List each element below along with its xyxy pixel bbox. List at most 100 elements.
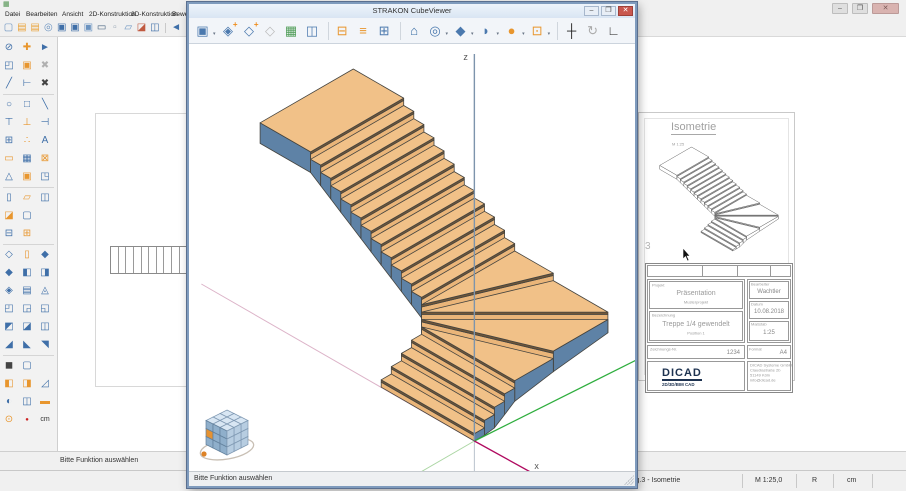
menu-2d-konstruktion[interactable]: 2D-Konstruktion xyxy=(89,11,136,18)
dropdown-caret[interactable]: ▾ xyxy=(497,31,500,37)
add-assembly-icon[interactable]: ◇+ xyxy=(240,21,259,41)
sidebar-tool-icon[interactable]: ◱ xyxy=(36,300,54,318)
sidebar-tool-icon[interactable]: ✖ xyxy=(36,57,54,75)
menu-3d-konstruktion[interactable]: 3D-Konstruktion xyxy=(131,11,178,18)
sidebar-tool-icon[interactable]: ◼ xyxy=(0,357,18,375)
preview-icon[interactable]: ◎ xyxy=(42,21,55,34)
sidebar-tool-icon[interactable]: ◿ xyxy=(36,375,54,393)
sidebar-tool-icon[interactable]: ► xyxy=(36,39,54,57)
sidebar-tool-icon[interactable]: ◨ xyxy=(18,375,36,393)
sidebar-tool-icon[interactable]: ▢ xyxy=(18,207,36,225)
save-as-icon[interactable]: ▣ xyxy=(69,21,82,34)
menu-datei[interactable]: Datei xyxy=(5,11,20,18)
sidebar-tool-icon[interactable]: □ xyxy=(18,96,36,114)
sidebar-tool-icon[interactable]: ╱ xyxy=(0,75,18,93)
resize-grip[interactable] xyxy=(624,475,634,485)
cubeviewer-maximize-button[interactable]: ❐ xyxy=(601,6,616,16)
dropdown-caret[interactable]: ▾ xyxy=(522,31,525,37)
section-vertical-icon[interactable]: ≡ xyxy=(354,21,373,41)
menu-bearbeiten[interactable]: Bearbeiten xyxy=(26,11,57,18)
main-close-button[interactable]: ✕ xyxy=(872,3,899,14)
measure-axis-icon[interactable]: ∟ xyxy=(604,21,623,41)
window-icon[interactable]: ▫ xyxy=(108,21,121,34)
sidebar-tool-icon[interactable]: ✚ xyxy=(18,39,36,57)
sidebar-tool-icon[interactable]: ◈ xyxy=(0,282,18,300)
sidebar-tool-icon[interactable]: ▦ xyxy=(18,150,36,168)
sidebar-tool-icon[interactable]: ▤ xyxy=(18,282,36,300)
sidebar-tool-icon[interactable]: ⊥ xyxy=(18,114,36,132)
sidebar-tool-icon[interactable]: ◩ xyxy=(0,318,18,336)
cubeviewer-titlebar[interactable]: STRAKON CubeViewer – ❐ ✕ xyxy=(189,4,635,19)
section-horizontal-icon[interactable]: ⊟ xyxy=(333,21,352,41)
sidebar-tool-icon[interactable]: ⊙ xyxy=(0,411,18,429)
sidebar-tool-icon[interactable]: ◨ xyxy=(36,264,54,282)
sidebar-tool-icon[interactable]: ∴ xyxy=(18,132,36,150)
save-view-icon[interactable]: ▣ xyxy=(193,21,212,41)
sidebar-tool-icon[interactable]: ◫ xyxy=(36,189,54,207)
shading-icon[interactable]: ◗ xyxy=(477,21,496,41)
dropdown-caret[interactable]: ▾ xyxy=(213,31,216,37)
sidebar-tool-icon[interactable]: ○ xyxy=(0,96,18,114)
plot-icon[interactable]: ◫ xyxy=(148,21,161,34)
screen-icon[interactable]: ▭ xyxy=(95,21,108,34)
main-maximize-button[interactable]: ❐ xyxy=(852,3,868,14)
solid-view-icon[interactable]: ● xyxy=(502,21,521,41)
sidebar-tool-icon[interactable]: ◣ xyxy=(18,336,36,354)
cubeviewer-minimize-button[interactable]: – xyxy=(584,6,599,16)
save-icon[interactable]: ▣ xyxy=(55,21,68,34)
sidebar-tool-icon[interactable]: A xyxy=(36,132,54,150)
sidebar-tool-icon[interactable]: ▱ xyxy=(18,189,36,207)
sidebar-tool-icon[interactable]: ✖ xyxy=(36,75,54,93)
sidebar-tool-icon[interactable]: ◐ xyxy=(0,393,18,411)
sidebar-tool-icon[interactable]: ◰ xyxy=(0,57,18,75)
sidebar-tool-icon[interactable]: ▭ xyxy=(0,150,18,168)
home-view-icon[interactable]: ⌂ xyxy=(405,21,424,41)
sidebar-tool-icon[interactable]: △ xyxy=(0,168,18,186)
section-box-icon[interactable]: ⊞ xyxy=(375,21,394,41)
cubeviewer-close-button[interactable]: ✕ xyxy=(618,6,633,16)
sidebar-tool-icon[interactable]: ◇ xyxy=(0,246,18,264)
sidebar-tool-icon[interactable]: ⊣ xyxy=(36,114,54,132)
viewport-3d[interactable]: zyx xyxy=(189,44,635,472)
sidebar-tool-icon[interactable]: ⊞ xyxy=(18,225,36,243)
add-part-icon[interactable]: ◈+ xyxy=(219,21,238,41)
main-minimize-button[interactable]: – xyxy=(832,3,848,14)
sidebar-tool-icon[interactable]: ▢ xyxy=(18,357,36,375)
edit-sheet-icon[interactable]: ▱ xyxy=(122,21,135,34)
sidebar-tool-icon[interactable]: ⊞ xyxy=(0,132,18,150)
sidebar-tool-icon[interactable]: ◪ xyxy=(18,318,36,336)
menu-ansicht[interactable]: Ansicht xyxy=(62,11,83,18)
axes-icon[interactable]: ┼ xyxy=(562,21,581,41)
sidebar-tool-icon[interactable]: ◫ xyxy=(18,393,36,411)
box-disabled-icon[interactable]: ◇ xyxy=(261,21,280,41)
sidebar-tool-icon[interactable]: ◥ xyxy=(36,336,54,354)
select-region-icon[interactable]: ⊡ xyxy=(528,21,547,41)
sidebar-tool-icon[interactable]: ⊢ xyxy=(18,75,36,93)
save-copy-icon[interactable]: ▣ xyxy=(82,21,95,34)
open-project-icon[interactable]: ▤ xyxy=(29,21,42,34)
sidebar-tool-icon[interactable]: ╲ xyxy=(36,96,54,114)
dropdown-caret[interactable]: ▾ xyxy=(471,31,474,37)
parts-list-icon[interactable]: ◫ xyxy=(303,21,322,41)
sidebar-tool-icon[interactable]: ◆ xyxy=(36,246,54,264)
sidebar-tool-icon[interactable]: ◧ xyxy=(18,264,36,282)
sidebar-tool-icon[interactable]: ⊘ xyxy=(0,39,18,57)
sidebar-tool-icon[interactable]: ▯ xyxy=(18,246,36,264)
sidebar-tool-icon[interactable]: ▣ xyxy=(18,57,36,75)
sidebar-tool-icon[interactable]: ⊠ xyxy=(36,150,54,168)
sidebar-tool-icon[interactable]: ◲ xyxy=(18,300,36,318)
sidebar-tool-icon[interactable]: ◫ xyxy=(36,318,54,336)
sidebar-tool-icon[interactable]: ◢ xyxy=(0,336,18,354)
sidebar-tool-icon[interactable]: ◧ xyxy=(0,375,18,393)
sidebar-tool-icon[interactable]: ⊤ xyxy=(0,114,18,132)
sidebar-tool-icon[interactable]: ▣ xyxy=(18,168,36,186)
undo-icon[interactable]: ◄ xyxy=(170,21,183,34)
sidebar-tool-icon[interactable]: ◬ xyxy=(36,282,54,300)
sidebar-tool-icon[interactable]: ◰ xyxy=(0,300,18,318)
dropdown-caret[interactable]: ▾ xyxy=(446,31,449,37)
dropdown-caret[interactable]: ▾ xyxy=(548,31,551,37)
iso-view-icon[interactable]: ◆ xyxy=(451,21,470,41)
layers-icon[interactable]: ▦ xyxy=(282,21,301,41)
sidebar-tool-icon[interactable]: ▬ xyxy=(36,393,54,411)
zoom-icon[interactable]: ◎ xyxy=(426,21,445,41)
